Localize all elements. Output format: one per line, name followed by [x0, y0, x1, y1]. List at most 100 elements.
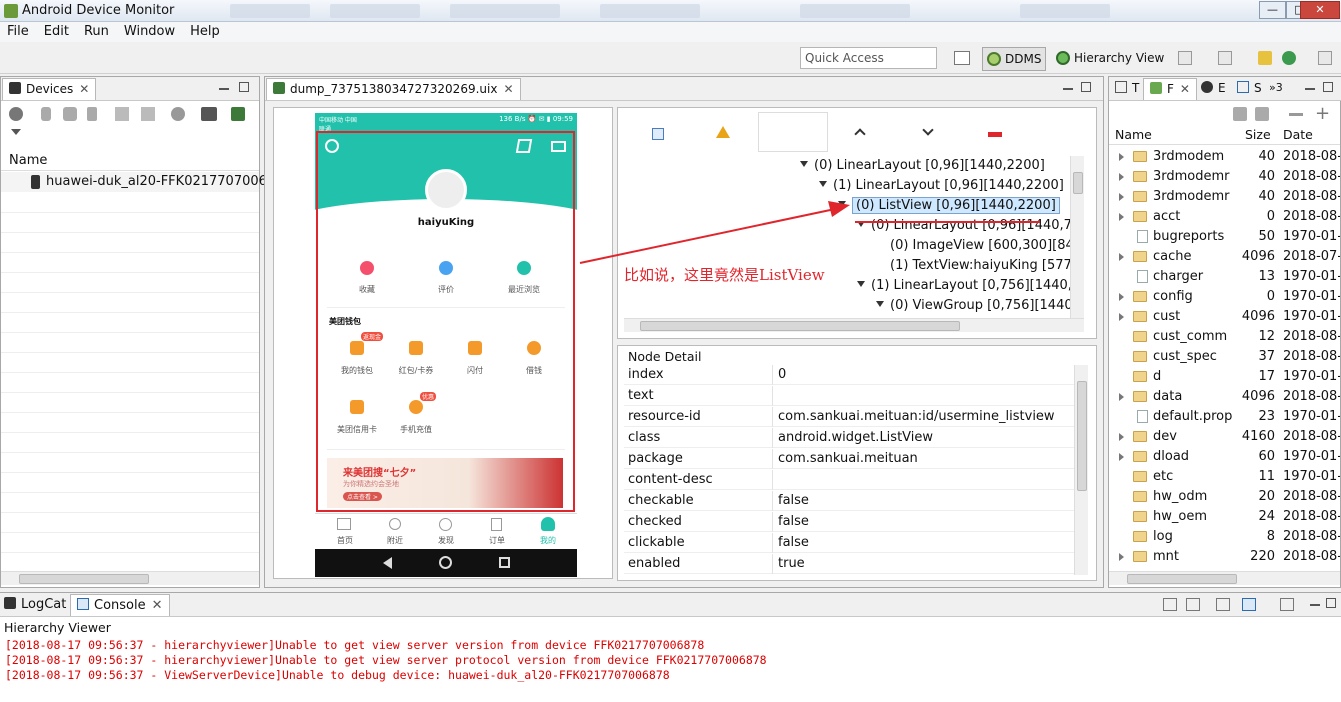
file-row[interactable]: log 8 2018-08-0 [1109, 527, 1340, 547]
file-row[interactable]: config 0 1970-01-0 [1109, 287, 1340, 307]
expand-toggle-icon[interactable] [800, 161, 808, 167]
scroll-thumb[interactable] [640, 321, 960, 331]
menu-help[interactable]: Help [183, 22, 228, 39]
close-icon[interactable]: ✕ [152, 598, 163, 613]
detail-row[interactable]: package com.sankuai.meituan [624, 449, 1076, 469]
mine-icon[interactable] [541, 517, 555, 531]
perspective-hierarchy-view[interactable]: Hierarchy View [1052, 47, 1168, 71]
expand-arrow-icon[interactable] [1119, 553, 1124, 561]
minimize-view-icon[interactable] [219, 88, 229, 90]
file-row[interactable]: cache 4096 2018-07-1 [1109, 247, 1340, 267]
close-button[interactable]: ✕ [1300, 1, 1340, 19]
file-row[interactable]: hw_odm 20 2018-08-0 [1109, 487, 1340, 507]
toolbar-key-icon[interactable] [1258, 51, 1272, 65]
expand-arrow-icon[interactable] [1119, 153, 1124, 161]
file-row[interactable]: cust_comm 12 2018-08-0 [1109, 327, 1340, 347]
home-icon[interactable] [337, 518, 351, 530]
toolbar-run-icon[interactable] [1282, 51, 1296, 65]
scroll-thumb[interactable] [1127, 574, 1237, 584]
tree-hscroll[interactable] [624, 318, 1084, 332]
delete-icon[interactable] [1289, 113, 1303, 116]
background-tab[interactable] [450, 4, 560, 18]
background-tab[interactable] [600, 4, 700, 18]
search-box[interactable] [758, 112, 828, 152]
tree-node[interactable]: (0) LinearLayout [0,96][1440,2200] [800, 156, 1045, 176]
detail-row[interactable]: checkable false [624, 491, 1076, 511]
file-row[interactable]: etc 11 1970-01-0 [1109, 467, 1340, 487]
file-row[interactable]: hw_oem 24 2018-08-0 [1109, 507, 1340, 527]
file-row[interactable]: 3rdmodem 40 2018-08-0 [1109, 147, 1340, 167]
tree-node[interactable]: (1) TextView:haiyuKing [577,56 [876, 256, 1076, 276]
col-size[interactable]: Size [1245, 127, 1271, 142]
tree-node[interactable]: (1) LinearLayout [0,756][1440,1068 [857, 276, 1076, 296]
view-menu-icon[interactable] [11, 129, 21, 135]
tab-file-explorer[interactable]: F ✕ [1143, 78, 1197, 100]
close-icon[interactable]: ✕ [79, 82, 89, 96]
next-icon[interactable] [922, 124, 934, 136]
warning-icon[interactable] [716, 126, 730, 138]
maximize-view-icon[interactable] [1081, 82, 1091, 92]
background-tab[interactable] [230, 4, 310, 18]
expand-all-icon[interactable] [652, 128, 664, 140]
quick-access-input[interactable]: Quick Access [800, 47, 937, 69]
detail-row[interactable]: index 0 [624, 365, 1076, 385]
expand-toggle-icon[interactable] [857, 281, 865, 287]
expand-arrow-icon[interactable] [1119, 393, 1124, 401]
file-row[interactable]: acct 0 2018-08-0 [1109, 207, 1340, 227]
clear-console-icon[interactable] [1163, 598, 1177, 611]
dump-view-hierarchy-icon[interactable] [231, 107, 245, 121]
open-console-icon[interactable] [1280, 598, 1294, 611]
expand-arrow-icon[interactable] [1119, 293, 1124, 301]
background-tab[interactable] [800, 4, 910, 18]
expand-toggle-icon[interactable] [876, 301, 884, 307]
dump-heap-icon[interactable] [63, 107, 77, 121]
menu-file[interactable]: File [0, 22, 37, 39]
tree-node[interactable]: (1) LinearLayout [0,96][1440,2200] [819, 176, 1064, 196]
file-row[interactable]: mnt 220 2018-08-0 [1109, 547, 1340, 567]
screenshot-canvas[interactable]: 中国移动 中国联通 136 B/s ⏰ ✉ ▮ 09:59 haiyuKing … [273, 107, 613, 579]
background-tab[interactable] [1020, 4, 1110, 18]
screenshot-icon[interactable] [201, 107, 217, 121]
orders-icon[interactable] [491, 518, 502, 531]
file-row[interactable]: data 4096 2018-08-0 [1109, 387, 1340, 407]
detail-row[interactable]: text [624, 386, 1076, 406]
menu-run[interactable]: Run [77, 22, 117, 39]
discover-icon[interactable] [439, 518, 452, 531]
scroll-thumb[interactable] [19, 574, 149, 584]
background-tab[interactable] [330, 4, 420, 18]
scroll-lock-icon[interactable] [1186, 598, 1200, 611]
expand-arrow-icon[interactable] [1119, 213, 1124, 221]
toolbar-action-icon[interactable] [1318, 51, 1332, 65]
tab-emulator[interactable]: E [1201, 81, 1226, 95]
file-row[interactable]: cust 4096 1970-01-0 [1109, 307, 1340, 327]
file-row[interactable]: 3rdmodemr 40 2018-08-0 [1109, 187, 1340, 207]
tab-threads[interactable]: T [1115, 81, 1139, 95]
tree-node[interactable]: (0) ViewGroup [0,756][1440,10 [876, 296, 1076, 316]
file-row[interactable]: dev 4160 2018-08-0 [1109, 427, 1340, 447]
close-icon[interactable]: ✕ [503, 82, 513, 96]
maximize-view-icon[interactable] [239, 82, 249, 92]
method-profiling-icon[interactable] [141, 107, 155, 121]
tab-system[interactable]: S [1237, 81, 1262, 95]
expand-arrow-icon[interactable] [1119, 453, 1124, 461]
devices-column-name[interactable]: Name [1, 151, 259, 171]
tree-node[interactable]: (0) ListView [0,96][1440,2200] [838, 196, 1060, 216]
file-row[interactable]: cust_spec 37 2018-08-0 [1109, 347, 1340, 367]
home-button-icon[interactable] [439, 556, 452, 569]
expand-arrow-icon[interactable] [1119, 193, 1124, 201]
detail-row[interactable]: resource-id com.sankuai.meituan:id/usermi… [624, 407, 1076, 427]
close-icon[interactable]: ✕ [1180, 82, 1190, 96]
detail-vscroll[interactable] [1074, 365, 1088, 575]
new-folder-icon[interactable]: + [1315, 105, 1330, 123]
minimize-view-icon[interactable] [1305, 88, 1315, 90]
nearby-icon[interactable] [389, 518, 401, 530]
previous-icon[interactable] [854, 128, 866, 140]
expand-arrow-icon[interactable] [1119, 433, 1124, 441]
remove-icon[interactable] [988, 132, 1002, 137]
detail-row[interactable]: checked false [624, 512, 1076, 532]
tab-console[interactable]: Console ✕ [70, 594, 170, 616]
file-row[interactable]: d 17 1970-01-0 [1109, 367, 1340, 387]
heap-icon[interactable] [41, 107, 51, 121]
maximize-view-icon[interactable] [1323, 82, 1333, 92]
minimize-view-icon[interactable] [1063, 88, 1073, 90]
